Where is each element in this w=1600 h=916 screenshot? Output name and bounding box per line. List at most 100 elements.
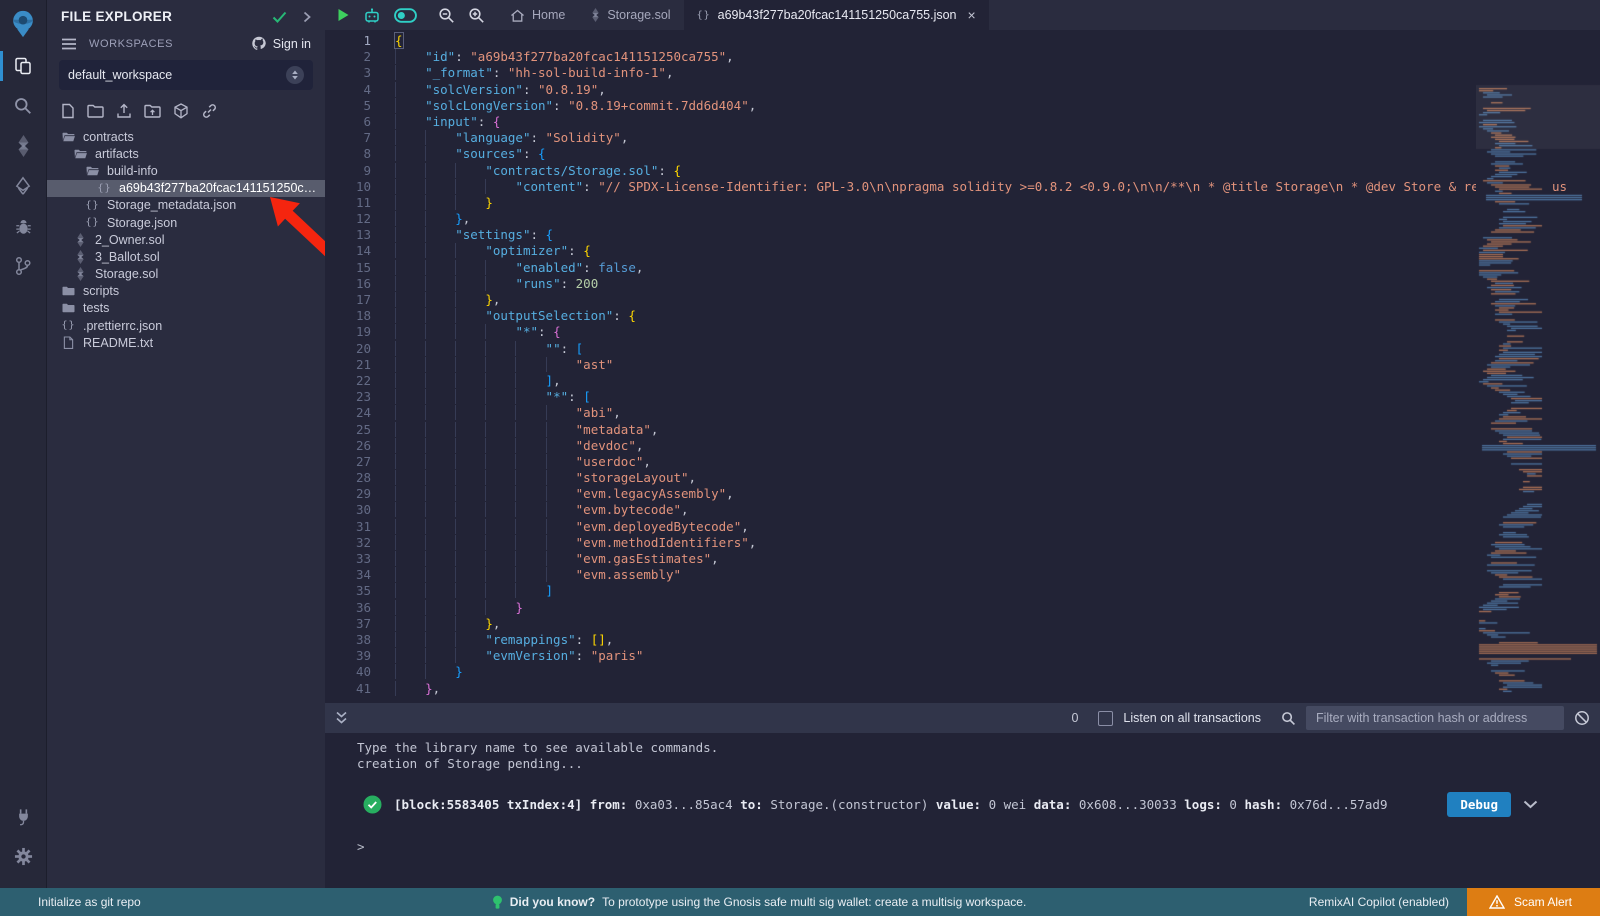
tree-item[interactable]: 2_Owner.sol <box>47 231 325 248</box>
sidebar-item-debugger[interactable] <box>0 206 47 246</box>
editor-line[interactable]: 36 } <box>325 600 1600 616</box>
tree-item[interactable]: artifacts <box>47 145 325 162</box>
code-editor[interactable]: 1{2 "id": "a69b43f277ba20fcac141151250ca… <box>325 30 1600 703</box>
editor-line[interactable]: 22 ], <box>325 373 1600 389</box>
tab-a69b43f277ba20fcac141151250ca755-json[interactable]: {}a69b43f277ba20fcac141151250ca755.json× <box>684 0 989 30</box>
cube-icon[interactable] <box>173 103 189 119</box>
tree-item[interactable]: {}a69b43f277ba20fcac141151250ca7… <box>47 180 325 197</box>
tab-storage-sol[interactable]: Storage.sol <box>578 0 683 30</box>
editor-line[interactable]: 14 "optimizer": { <box>325 243 1600 259</box>
editor-line[interactable]: 41 }, <box>325 681 1600 697</box>
editor-line[interactable]: 34 "evm.assembly" <box>325 567 1600 583</box>
editor-line[interactable]: 35 ] <box>325 583 1600 599</box>
editor-line[interactable]: 18 "outputSelection": { <box>325 308 1600 324</box>
file-icon <box>61 336 76 349</box>
copilot-toggle[interactable] <box>394 8 417 23</box>
editor-line[interactable]: 13 "settings": { <box>325 227 1600 243</box>
editor-line[interactable]: 8 "sources": { <box>325 146 1600 162</box>
debug-button[interactable]: Debug <box>1447 792 1511 817</box>
ai-copilot-robot-icon[interactable] <box>363 7 381 24</box>
tree-item[interactable]: {}.prettierrc.json <box>47 317 325 334</box>
editor-line[interactable]: 4 "solcVersion": "0.8.19", <box>325 82 1600 98</box>
terminal-body[interactable]: Type the library name to see available c… <box>325 733 1600 854</box>
editor-line[interactable]: 1{ <box>325 33 1600 49</box>
close-icon[interactable]: × <box>968 7 976 23</box>
sidebar-item-deploy-and-run[interactable] <box>0 166 47 206</box>
zoom-out-icon[interactable] <box>438 7 455 24</box>
line-content: "evm.gasEstimates", <box>395 551 719 567</box>
listen-transactions-checkbox[interactable] <box>1098 711 1113 726</box>
sidebar-item-plugin-manager[interactable] <box>0 796 47 836</box>
check-icon[interactable] <box>272 11 287 23</box>
tree-item[interactable]: Storage.sol <box>47 266 325 283</box>
editor-line[interactable]: 29 "evm.legacyAssembly", <box>325 486 1600 502</box>
tree-item[interactable]: 3_Ballot.sol <box>47 248 325 265</box>
new-file-icon[interactable] <box>61 103 75 119</box>
upload-file-icon[interactable] <box>116 103 132 119</box>
sidebar-item-search[interactable] <box>0 86 47 126</box>
scam-alert-button[interactable]: Scam Alert <box>1467 888 1600 916</box>
minimap[interactable] <box>1476 30 1600 703</box>
editor-line[interactable]: 2 "id": "a69b43f277ba20fcac141151250ca75… <box>325 49 1600 65</box>
sign-in-button[interactable]: Sign in <box>251 36 311 51</box>
tree-item[interactable]: contracts <box>47 128 325 145</box>
tab-home[interactable]: Home <box>497 0 578 30</box>
editor-line[interactable]: 17 }, <box>325 292 1600 308</box>
remix-logo-icon[interactable] <box>0 0 47 46</box>
new-folder-icon[interactable] <box>87 104 104 118</box>
editor-line[interactable]: 25 "metadata", <box>325 422 1600 438</box>
sidebar-item-file-explorer[interactable] <box>0 46 47 86</box>
editor-line[interactable]: 19 "*": { <box>325 324 1600 340</box>
link-icon[interactable] <box>201 103 218 119</box>
tree-item[interactable]: build-info <box>47 162 325 179</box>
editor-line[interactable]: 7 "language": "Solidity", <box>325 130 1600 146</box>
editor-line[interactable]: 10 "content": "// SPDX-License-Identifie… <box>325 179 1600 195</box>
tree-item[interactable]: {}Storage.json <box>47 214 325 231</box>
sidebar-item-git[interactable] <box>0 246 47 286</box>
tx-expand-chevron-icon[interactable] <box>1523 800 1538 809</box>
editor-line[interactable]: 6 "input": { <box>325 114 1600 130</box>
editor-line[interactable]: 37 }, <box>325 616 1600 632</box>
editor-line[interactable]: 31 "evm.deployedBytecode", <box>325 519 1600 535</box>
tree-item[interactable]: tests <box>47 300 325 317</box>
tree-item[interactable]: scripts <box>47 283 325 300</box>
editor-line[interactable]: 30 "evm.bytecode", <box>325 502 1600 518</box>
editor-line[interactable]: 12 }, <box>325 211 1600 227</box>
terminal-collapse-button[interactable] <box>335 711 348 725</box>
workspace-select[interactable]: default_workspace <box>59 60 313 90</box>
editor-line[interactable]: 28 "storageLayout", <box>325 470 1600 486</box>
chevron-right-icon[interactable] <box>303 11 311 23</box>
transaction-log-row[interactable]: [block:5583405 txIndex:4] from: 0xa03...… <box>363 792 1600 817</box>
editor-line[interactable]: 9 "contracts/Storage.sol": { <box>325 163 1600 179</box>
editor-line[interactable]: 33 "evm.gasEstimates", <box>325 551 1600 567</box>
sidebar-item-settings[interactable] <box>0 836 47 876</box>
editor-line[interactable]: 40 } <box>325 664 1600 680</box>
editor-line[interactable]: 5 "solcLongVersion": "0.8.19+commit.7dd6… <box>325 98 1600 114</box>
editor-line[interactable]: 23 "*": [ <box>325 389 1600 405</box>
tree-item[interactable]: README.txt <box>47 334 325 351</box>
run-script-button[interactable] <box>337 8 350 22</box>
remixai-copilot-status[interactable]: RemixAI Copilot (enabled) <box>1309 895 1449 909</box>
editor-line[interactable]: 11 } <box>325 195 1600 211</box>
editor-line[interactable]: 20 "": [ <box>325 341 1600 357</box>
editor-line[interactable]: 16 "runs": 200 <box>325 276 1600 292</box>
editor-line[interactable]: 39 "evmVersion": "paris" <box>325 648 1600 664</box>
editor-line[interactable]: 27 "userdoc", <box>325 454 1600 470</box>
clear-console-icon[interactable] <box>1574 710 1590 726</box>
editor-line[interactable]: 24 "abi", <box>325 405 1600 421</box>
editor-line[interactable]: 15 "enabled": false, <box>325 260 1600 276</box>
upload-folder-icon[interactable] <box>144 104 161 118</box>
sidebar-item-solidity-compiler[interactable] <box>0 126 47 166</box>
editor-line[interactable]: 21 "ast" <box>325 357 1600 373</box>
terminal-search-icon[interactable] <box>1281 711 1296 726</box>
tree-item[interactable]: {}Storage_metadata.json <box>47 197 325 214</box>
hamburger-menu-icon[interactable] <box>61 38 77 50</box>
git-init-button[interactable]: Initialize as git repo <box>0 895 552 909</box>
editor-line[interactable]: 26 "devdoc", <box>325 438 1600 454</box>
editor-line[interactable]: 3 "_format": "hh-sol-build-info-1", <box>325 65 1600 81</box>
terminal-prompt[interactable]: > <box>357 839 1600 854</box>
editor-line[interactable]: 32 "evm.methodIdentifiers", <box>325 535 1600 551</box>
editor-line[interactable]: 38 "remappings": [], <box>325 632 1600 648</box>
zoom-in-icon[interactable] <box>468 7 485 24</box>
transaction-filter-input[interactable] <box>1306 706 1564 730</box>
